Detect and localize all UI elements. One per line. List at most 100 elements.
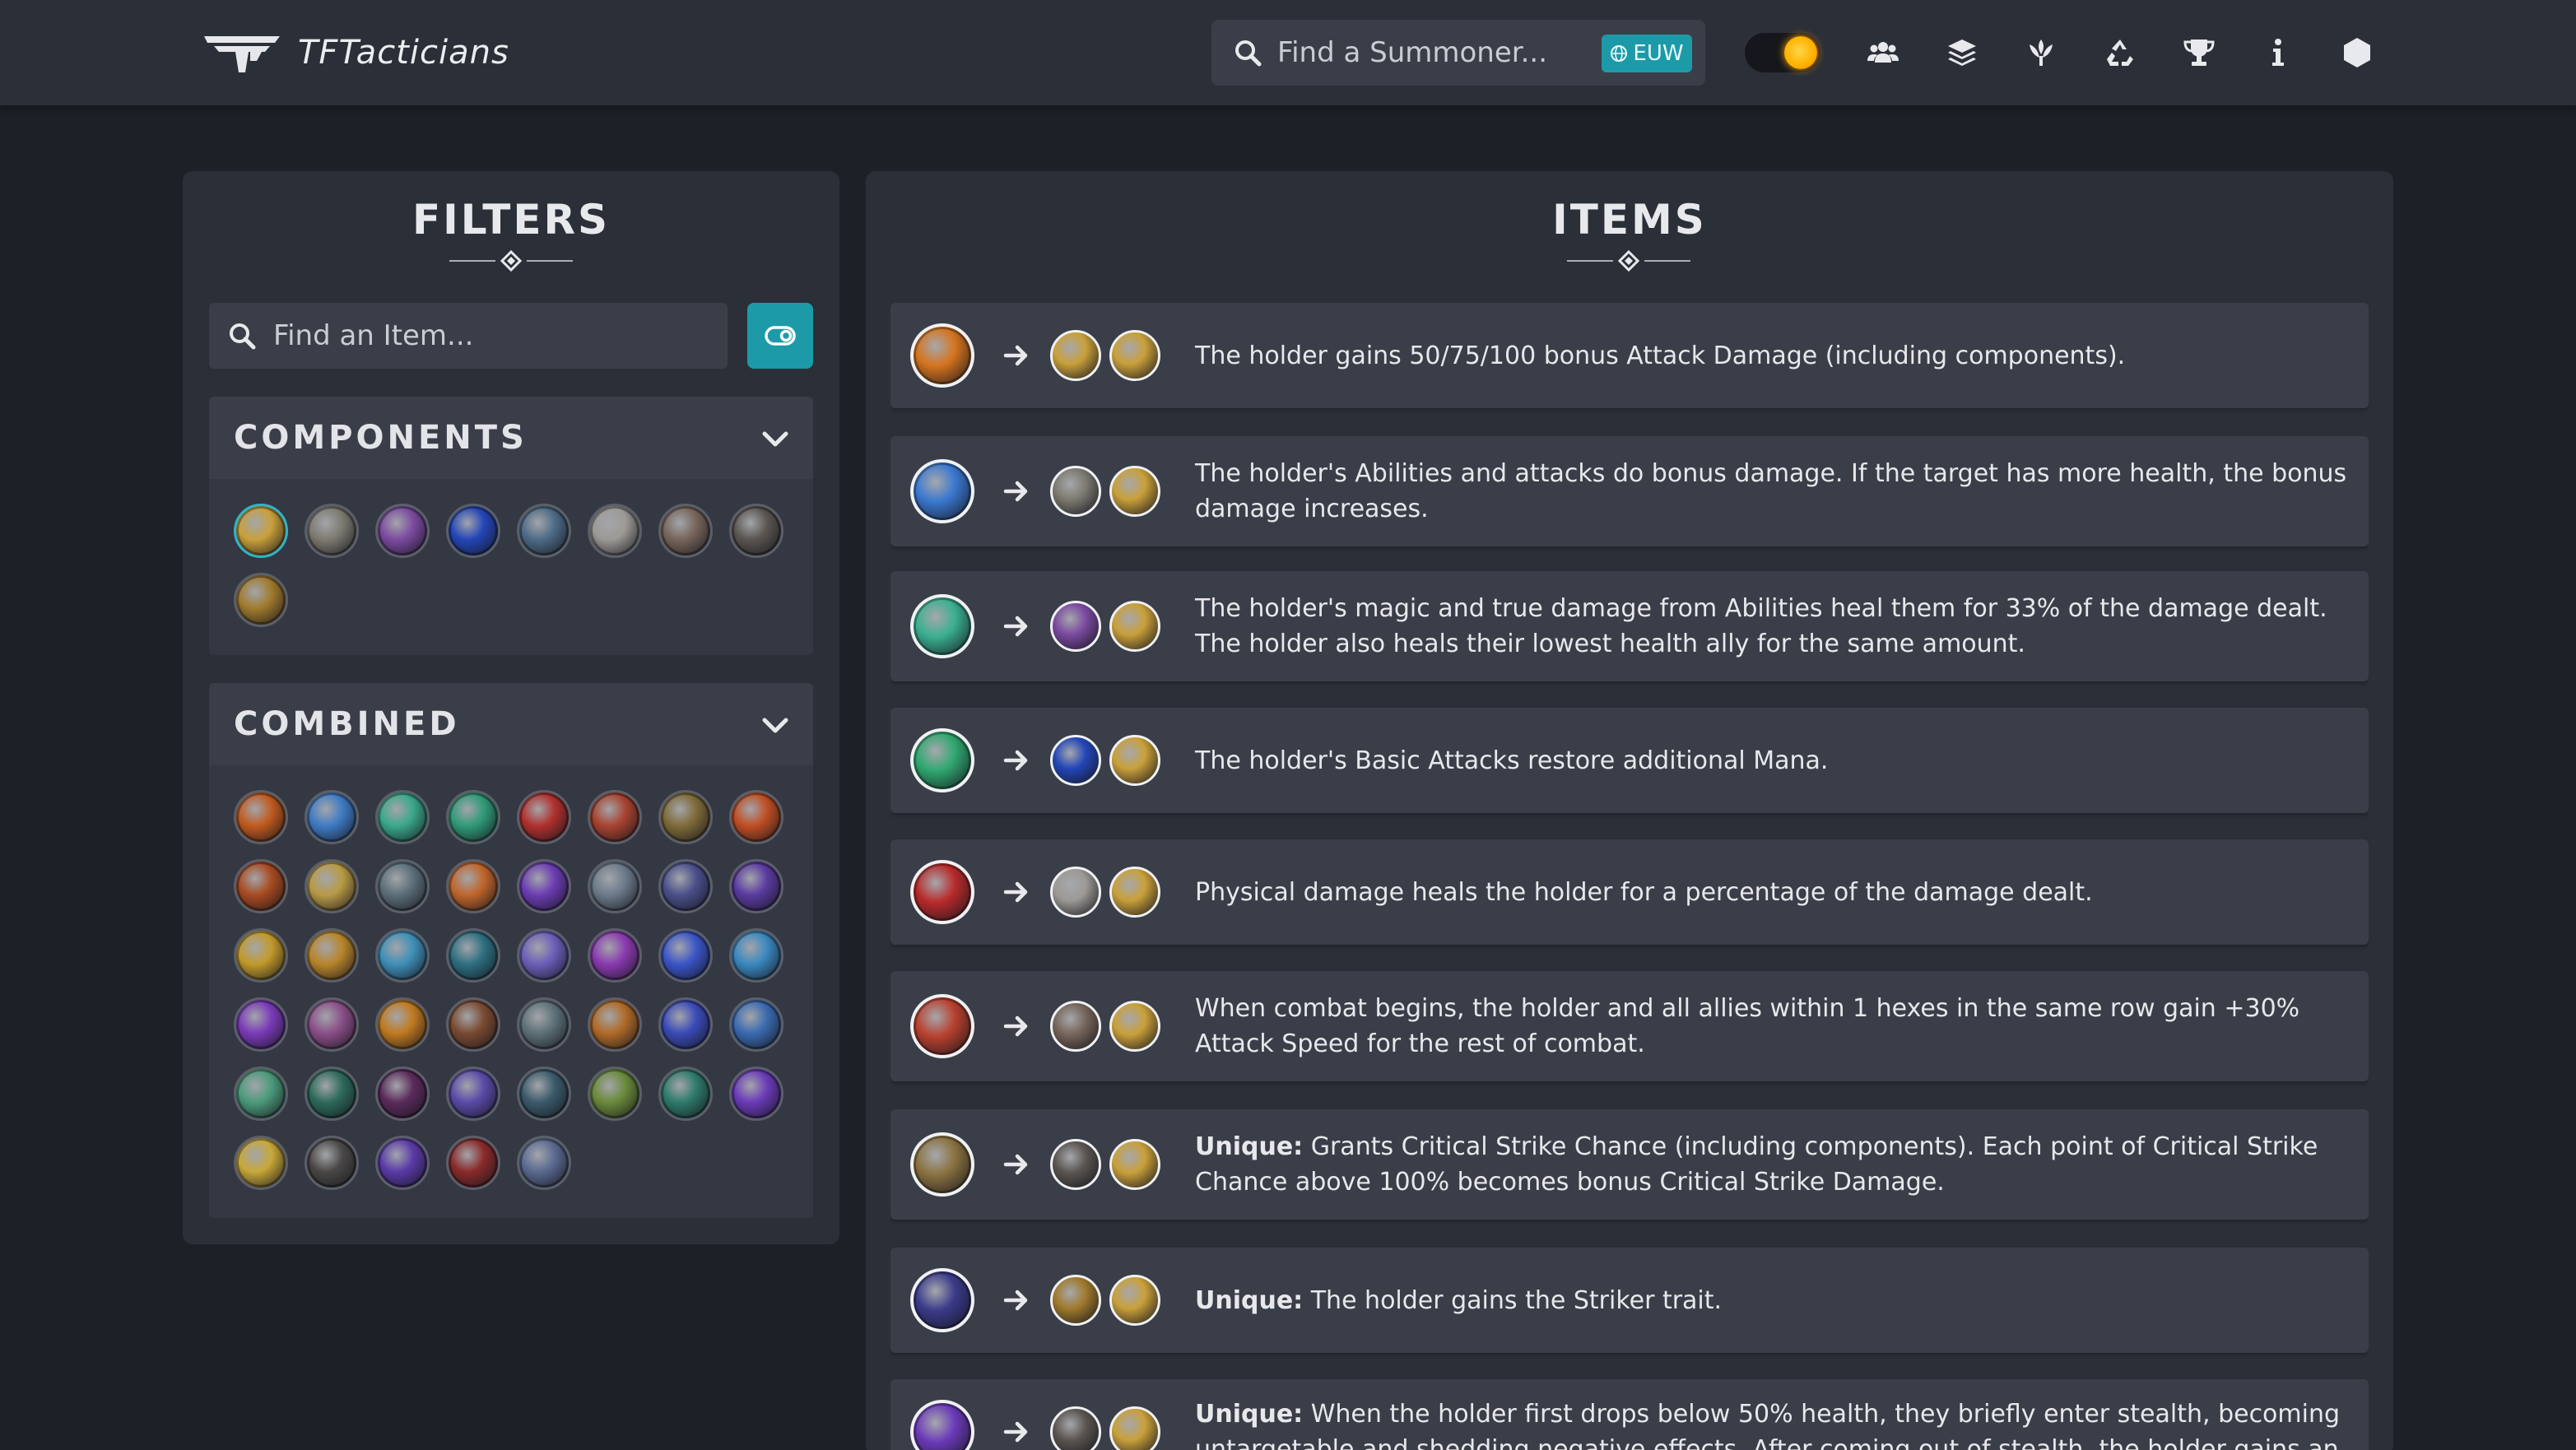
item-search-input[interactable]: Find an Item... (273, 303, 473, 369)
info-icon[interactable] (2258, 33, 2298, 72)
combined-item-icon[interactable] (588, 790, 642, 844)
combined-item-icon[interactable] (234, 928, 288, 983)
augment-icon[interactable] (2021, 33, 2061, 72)
summoner-search[interactable]: Find a Summoner... EUW (1211, 20, 1705, 86)
combined-item-icon[interactable] (658, 928, 713, 983)
combined-item-icon[interactable] (375, 859, 430, 913)
component-icon[interactable] (1109, 1001, 1160, 1052)
combined-item-icon[interactable] (234, 997, 288, 1052)
combined-item-icon[interactable] (729, 1067, 783, 1121)
components-header[interactable]: COMPONENTS (209, 397, 813, 479)
combined-item-icon[interactable] (910, 728, 974, 792)
combined-item-icon[interactable] (910, 1268, 974, 1332)
component-icon[interactable] (1050, 1139, 1101, 1190)
summoner-search-input[interactable]: Find a Summoner... (1277, 20, 1547, 86)
combined-item-icon[interactable] (588, 928, 642, 983)
component-icon[interactable] (1050, 867, 1101, 918)
combined-item-icon[interactable] (305, 1067, 359, 1121)
combined-item-icon[interactable] (729, 928, 783, 983)
combined-item-icon[interactable] (305, 997, 359, 1052)
component-icon[interactable] (1109, 735, 1160, 786)
combined-item-icon[interactable] (375, 928, 430, 983)
chain-vest-icon[interactable] (517, 504, 571, 558)
trophy-icon[interactable] (2179, 33, 2219, 72)
sparring-gloves-icon[interactable] (729, 504, 783, 558)
brand-link[interactable]: TFTacticians (202, 26, 509, 79)
bf-sword-icon[interactable] (234, 504, 288, 558)
tear-of-the-goddess-icon[interactable] (446, 504, 500, 558)
needlessly-large-rod-icon[interactable] (375, 504, 430, 558)
combined-item-icon[interactable] (375, 1136, 430, 1190)
combined-item-icon[interactable] (234, 1136, 288, 1190)
negatron-cloak-icon[interactable] (588, 504, 642, 558)
combined-item-icon[interactable] (910, 594, 974, 658)
combined-item-icon[interactable] (375, 790, 430, 844)
combined-item-icon[interactable] (658, 997, 713, 1052)
combined-item-icon[interactable] (517, 859, 571, 913)
item-row[interactable]: Unique: When the holder first drops belo… (890, 1379, 2369, 1450)
component-icon[interactable] (1050, 466, 1101, 517)
combined-item-icon[interactable] (910, 323, 974, 388)
combined-item-icon[interactable] (446, 790, 500, 844)
component-icon[interactable] (1050, 1001, 1101, 1052)
combined-item-icon[interactable] (658, 1067, 713, 1121)
combined-item-icon[interactable] (729, 997, 783, 1052)
item-row[interactable]: The holder gains 50/75/100 bonus Attack … (890, 303, 2369, 408)
combined-item-icon[interactable] (658, 790, 713, 844)
combined-item-icon[interactable] (446, 859, 500, 913)
layers-icon[interactable] (1942, 33, 1982, 72)
chevron-down-icon[interactable] (760, 711, 790, 741)
item-row[interactable]: Unique: The holder gains the Striker tra… (890, 1248, 2369, 1353)
combined-item-icon[interactable] (305, 859, 359, 913)
component-icon[interactable] (1050, 1275, 1101, 1326)
combined-item-icon[interactable] (234, 790, 288, 844)
combined-header[interactable]: COMBINED (209, 683, 813, 765)
combined-item-icon[interactable] (517, 790, 571, 844)
hexagon-icon[interactable] (2337, 33, 2377, 72)
region-select[interactable]: EUW (1602, 35, 1692, 72)
combined-item-icon[interactable] (910, 459, 974, 523)
item-row[interactable]: Physical damage heals the holder for a p… (890, 839, 2369, 945)
combined-item-icon[interactable] (910, 994, 974, 1058)
component-icon[interactable] (1050, 735, 1101, 786)
combined-item-icon[interactable] (910, 860, 974, 924)
combined-item-icon[interactable] (234, 1067, 288, 1121)
component-icon[interactable] (1050, 601, 1101, 652)
item-search[interactable]: Find an Item... (209, 303, 728, 369)
combined-item-icon[interactable] (517, 1067, 571, 1121)
giants-belt-icon[interactable] (658, 504, 713, 558)
combined-item-icon[interactable] (446, 1067, 500, 1121)
item-row[interactable]: The holder's magic and true damage from … (890, 571, 2369, 681)
users-icon[interactable] (1863, 33, 1903, 72)
item-row[interactable]: The holder's Basic Attacks restore addit… (890, 708, 2369, 813)
component-icon[interactable] (1109, 1139, 1160, 1190)
recycle-icon[interactable] (2100, 33, 2140, 72)
component-icon[interactable] (1109, 867, 1160, 918)
combined-item-icon[interactable] (588, 997, 642, 1052)
combined-item-icon[interactable] (375, 1067, 430, 1121)
combined-item-icon[interactable] (729, 790, 783, 844)
component-icon[interactable] (1109, 330, 1160, 381)
combined-item-icon[interactable] (305, 928, 359, 983)
combined-item-icon[interactable] (305, 1136, 359, 1190)
theme-toggle[interactable] (1745, 33, 1820, 72)
recurve-bow-icon[interactable] (305, 504, 359, 558)
component-icon[interactable] (1109, 1275, 1160, 1326)
combined-item-icon[interactable] (729, 859, 783, 913)
item-row[interactable]: When combat begins, the holder and all a… (890, 971, 2369, 1081)
filter-toggle-button[interactable] (747, 303, 813, 369)
combined-item-icon[interactable] (910, 1400, 974, 1450)
combined-item-icon[interactable] (517, 1136, 571, 1190)
combined-item-icon[interactable] (446, 928, 500, 983)
combined-item-icon[interactable] (588, 1067, 642, 1121)
component-icon[interactable] (1050, 1406, 1101, 1450)
combined-item-icon[interactable] (234, 859, 288, 913)
combined-item-icon[interactable] (910, 1132, 974, 1197)
item-row[interactable]: Unique: Grants Critical Strike Chance (i… (890, 1109, 2369, 1220)
component-icon[interactable] (1109, 1406, 1160, 1450)
combined-item-icon[interactable] (446, 1136, 500, 1190)
component-icon[interactable] (1050, 330, 1101, 381)
combined-item-icon[interactable] (375, 997, 430, 1052)
combined-item-icon[interactable] (588, 859, 642, 913)
combined-item-icon[interactable] (658, 859, 713, 913)
